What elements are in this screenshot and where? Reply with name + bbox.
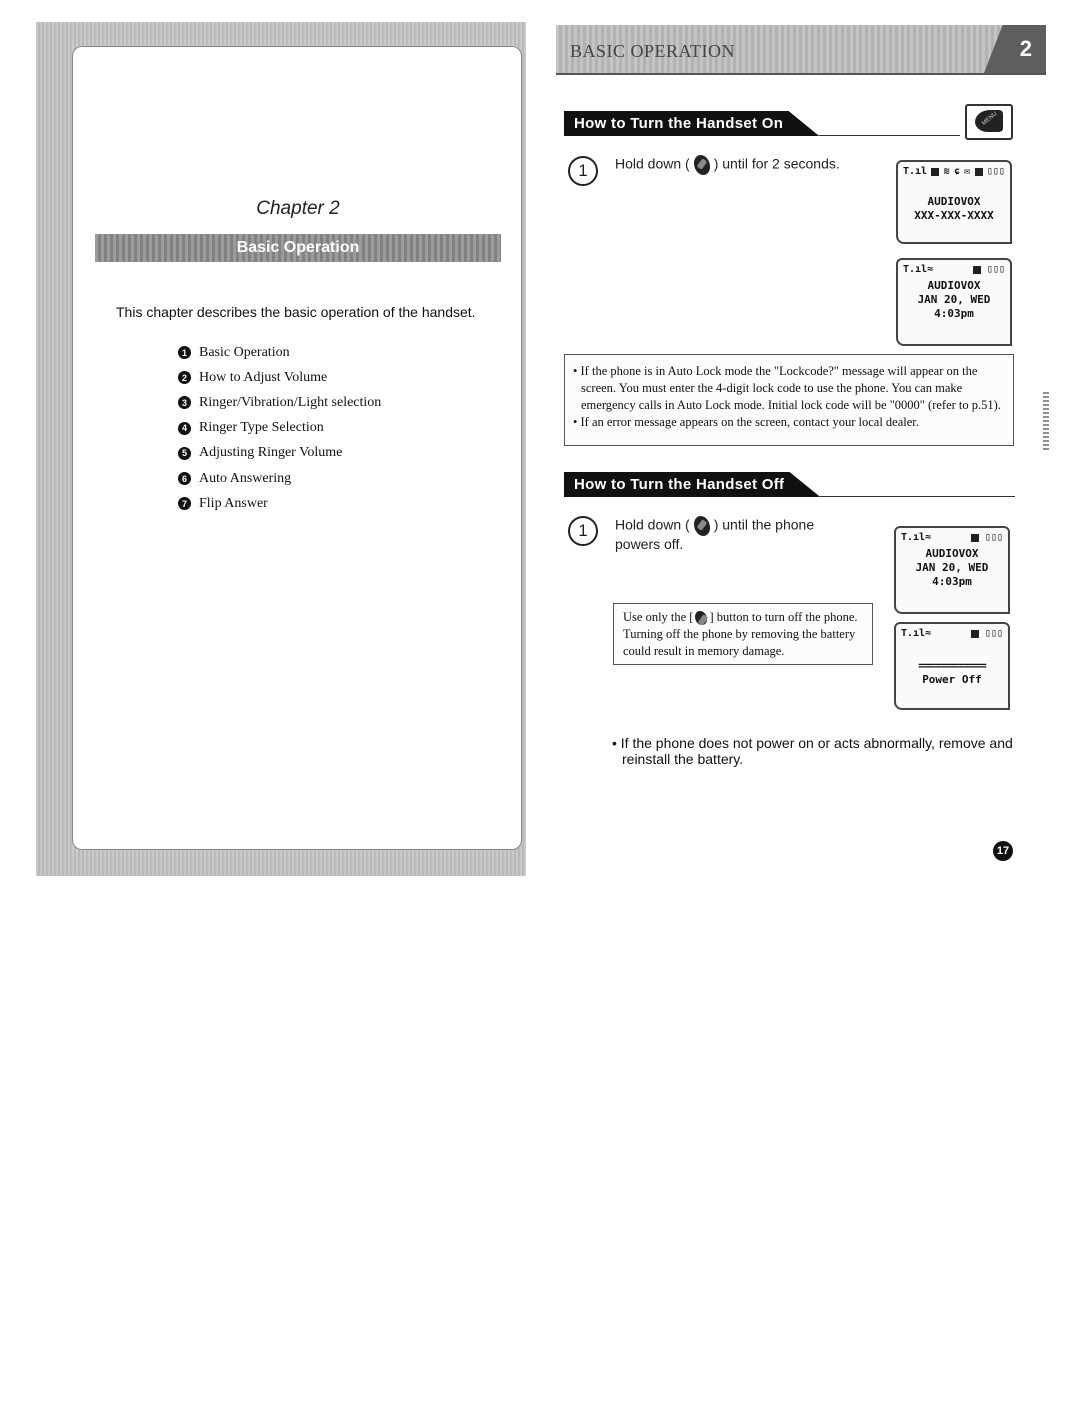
signal-icon: T.ıl [901, 628, 926, 639]
battery-icon: ▯▯▯ [978, 532, 1003, 543]
lcd-line: ============ [918, 659, 986, 672]
toc-item[interactable]: 3 Ringer/Vibration/Light selection [178, 390, 381, 415]
table-of-contents: 1 Basic Operation 2 How to Adjust Volume 3… [178, 340, 381, 516]
scan-artifact [1043, 392, 1049, 452]
toc-item[interactable]: 6 Auto Answering [178, 466, 381, 491]
toc-number-badge: 1 [178, 346, 191, 360]
step-number: 1 [568, 156, 598, 186]
lcd-screen-idle: T.ıl ≈ ▯▯▯ AUDIOVOX JAN 20, WED 4:03pm [896, 258, 1012, 346]
divider [819, 135, 960, 136]
lcd-line: JAN 20, WED [915, 561, 989, 574]
signal-icon: T.ıl [903, 166, 928, 177]
alert-icon: ≈ [925, 628, 932, 639]
section-heading-turn-on: How to Turn the Handset On [564, 110, 960, 136]
toc-item[interactable]: 1 Basic Operation [178, 340, 381, 365]
digital-icon [970, 629, 979, 638]
end-key-icon [693, 155, 710, 175]
lcd-line: 4:03pm [932, 575, 972, 588]
lcd-line: JAN 20, WED [917, 293, 991, 306]
digital-icon [974, 167, 983, 176]
alert-icon: ≈ [925, 532, 932, 543]
toc-label: How to Adjust Volume [199, 369, 328, 385]
lcd-line: AUDIOVOX [927, 279, 981, 292]
lcd-screen-idle: T.ıl ≈ ▯▯▯ AUDIOVOX JAN 20, WED 4:03pm [894, 526, 1010, 614]
step-instruction: Hold down () until the phone powers off. [615, 516, 815, 552]
note-bullet: • If the phone is in Auto Lock mode the … [573, 364, 1001, 412]
signal-icon: T.ıl [903, 264, 928, 275]
chapter-title: Chapter 2 [256, 198, 340, 219]
toc-number-badge: 7 [178, 497, 191, 511]
envelope-icon: ✉ [964, 166, 971, 177]
section-heading-turn-off: How to Turn the Handset Off [564, 471, 1015, 497]
battery-icon: ▯▯▯ [986, 166, 1005, 177]
toc-number-badge: 4 [178, 421, 191, 435]
lcd-line: Power Off [922, 673, 982, 686]
alert-icon: ≈ [927, 264, 934, 275]
lcd-line: AUDIOVOX [927, 195, 981, 208]
toc-label: Basic Operation [199, 344, 290, 360]
toc-item[interactable]: 5 Adjusting Ringer Volume [178, 441, 381, 466]
toc-item[interactable]: 4 Ringer Type Selection [178, 416, 381, 441]
lcd-status-bar: T.ıl ≈ ▯▯▯ [896, 528, 1008, 543]
toc-label: Auto Answering [199, 470, 292, 486]
sms-icon: ≋ [943, 166, 950, 177]
toc-label: Ringer/Vibration/Light selection [199, 394, 382, 410]
roaming-icon [931, 167, 940, 176]
toc-number-badge: 6 [178, 472, 191, 486]
note-box-power-off: Use only the [] button to turn off the p… [613, 603, 873, 665]
section-heading-label: How to Turn the Handset Off [564, 472, 821, 497]
signal-icon: T.ıl [901, 532, 926, 543]
digital-icon [972, 265, 981, 274]
chapter-description: This chapter describes the basic operati… [116, 304, 476, 320]
note-box-auto-lock: • If the phone is in Auto Lock mode the … [564, 354, 1014, 446]
lcd-line: 4:03pm [934, 307, 974, 320]
chapter-banner: Basic Operation [95, 234, 501, 262]
toc-label: Ringer Type Selection [199, 420, 324, 436]
lcd-status-bar: T.ıl ≈ ▯▯▯ [898, 260, 1010, 275]
lcd-screen-power-off: T.ıl ≈ ▯▯▯ ============ Power Off [894, 622, 1010, 710]
lcd-screen-standby: T.ıl ≋ ɕ ✉ ▯▯▯ AUDIOVOX XXX-XXX-XXXX [896, 160, 1012, 244]
toc-item[interactable]: 2 How to Adjust Volume [178, 365, 381, 390]
chapter-tab-number: 2 [1019, 36, 1032, 61]
toc-number-badge: 3 [178, 396, 191, 410]
step-number: 1 [568, 516, 598, 546]
battery-icon: ▯▯▯ [980, 264, 1005, 275]
toc-number-badge: 5 [178, 446, 191, 460]
toc-label: Adjusting Ringer Volume [199, 445, 343, 461]
digital-icon [970, 533, 979, 542]
end-key-icon [695, 611, 708, 626]
toc-number-badge: 2 [178, 371, 191, 385]
toc-item[interactable]: 7 Flip Answer [178, 491, 381, 516]
chapter-banner-text: Basic Operation [236, 239, 360, 256]
page-number: 17 [993, 841, 1013, 861]
section-heading-label: How to Turn the Handset On [564, 111, 820, 136]
header-title: BASIC OPERATION [570, 41, 736, 61]
page-header: BASIC OPERATION 2 [556, 25, 1046, 75]
toc-label: Flip Answer [199, 495, 268, 511]
lcd-status-bar: T.ıl ≋ ɕ ✉ ▯▯▯ [898, 162, 1010, 177]
step-instruction: Hold down () until for 2 seconds. [615, 155, 885, 175]
troubleshoot-tip: • If the phone does not power on or acts… [612, 735, 1013, 767]
menu-key-icon: MENU [965, 104, 1013, 140]
lcd-status-bar: T.ıl ≈ ▯▯▯ [896, 624, 1008, 639]
chapter-tab: 2 [984, 25, 1046, 73]
battery-icon: ▯▯▯ [978, 628, 1003, 639]
voicemail-icon: ɕ [953, 166, 960, 177]
lcd-line: XXX-XXX-XXXX [914, 209, 994, 222]
lcd-line: AUDIOVOX [925, 547, 979, 560]
divider [820, 496, 1015, 497]
end-key-icon [693, 516, 710, 536]
note-bullet: • If an error message appears on the scr… [573, 415, 919, 429]
